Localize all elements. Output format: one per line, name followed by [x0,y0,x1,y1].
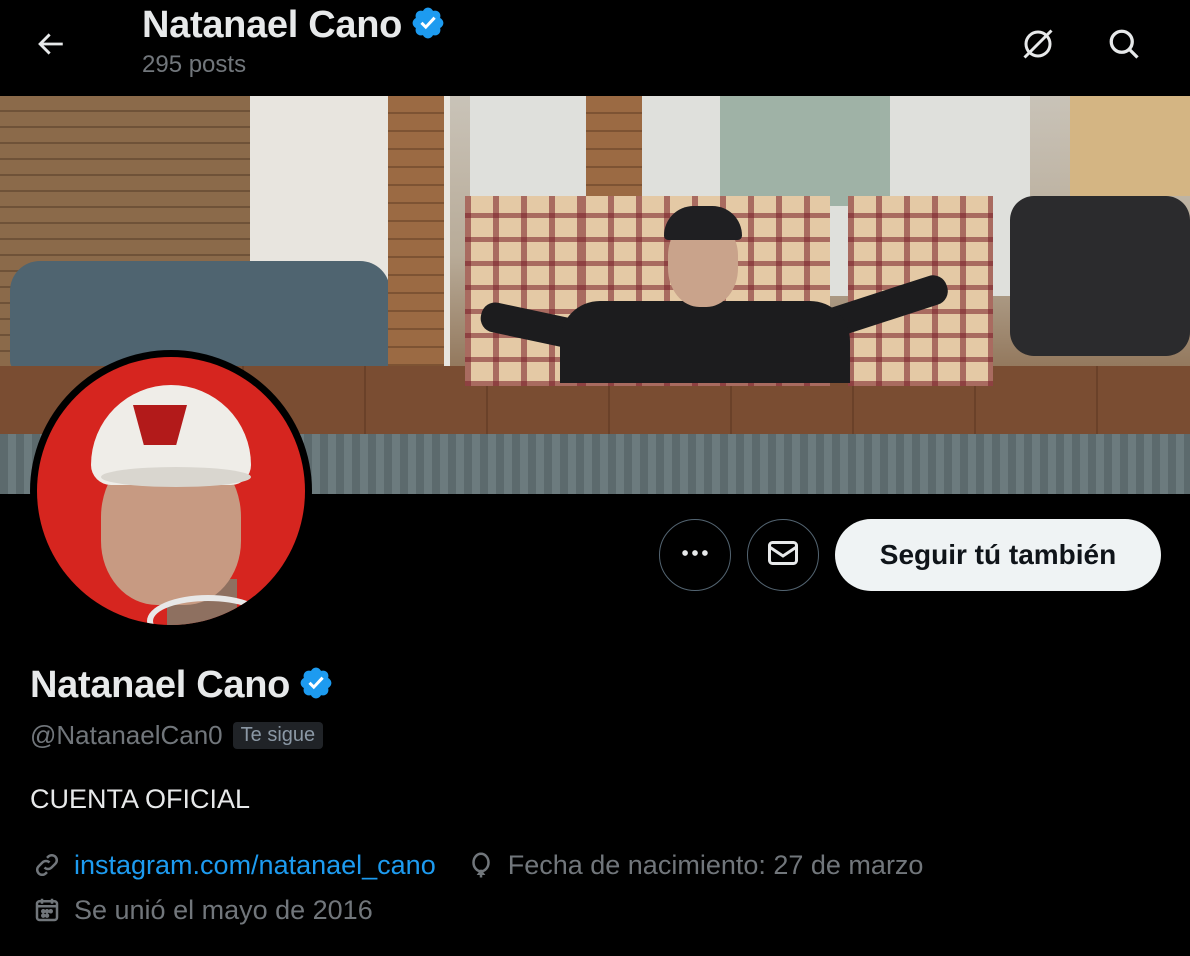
display-name: Natanael Cano [30,664,291,706]
banner-figure-cap [664,206,742,240]
joined-date: Se unió el mayo de 2016 [74,894,373,925]
balloon-icon [464,848,498,882]
more-options-button[interactable] [659,519,731,591]
calendar-icon [30,893,64,927]
avatar-image [37,357,305,625]
banner-armchair [1010,196,1190,356]
avatar[interactable] [30,350,312,632]
user-handle: @NatanaelCan0 [30,720,223,750]
more-dots-icon [678,536,712,575]
message-button[interactable] [747,519,819,591]
arrow-left-icon[interactable] [28,22,72,66]
grok-icon[interactable] [1014,20,1062,68]
header-title: Natanael Cano [142,4,403,46]
follow-back-button[interactable]: Seguir tú también [835,519,1161,591]
verified-badge-icon[interactable] [298,665,334,706]
header-title-block: Natanael Cano 295 posts [142,4,446,79]
posts-count: 295 posts [142,51,247,78]
mail-icon [765,535,801,576]
handle-row: @NatanaelCan0 Te sigue [30,720,324,751]
verified-badge-icon [410,5,446,46]
link-icon [30,848,64,882]
website-link[interactable]: instagram.com/natanael_cano [74,850,436,881]
banner-pillar [388,96,444,396]
top-bar: Natanael Cano 295 posts [0,0,1190,96]
follows-you-badge: Te sigue [232,722,324,749]
banner-poster [1070,96,1190,196]
search-icon[interactable] [1100,20,1148,68]
profile-joined-row: Se unió el mayo de 2016 [30,893,373,927]
banner-window [720,96,890,206]
profile-name-row: Natanael Cano [30,664,334,707]
birthday-text: Fecha de nacimiento: 27 de marzo [507,849,924,880]
banner-figure-body [560,301,850,383]
profile-bio: CUENTA OFICIAL [30,784,251,814]
profile-meta-row: instagram.com/natanael_cano Fecha de nac… [30,848,923,882]
